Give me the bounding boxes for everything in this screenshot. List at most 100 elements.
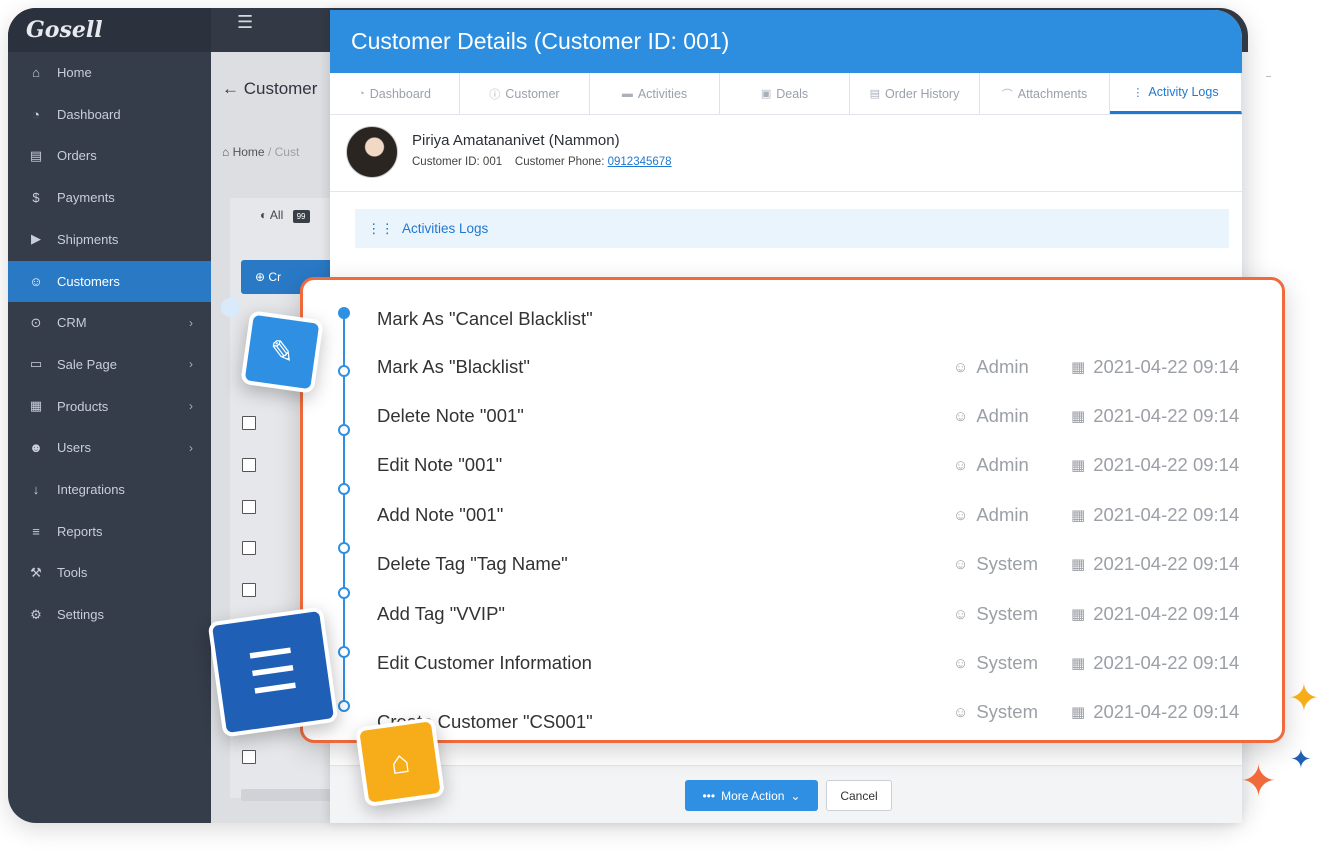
log-entry-date: ▦ 2021-04-22 09:14 [1071, 701, 1240, 722]
decorative-dash [1266, 76, 1271, 77]
log-entry-text: Add Tag "VVIP" [377, 603, 505, 624]
user-edit-icon: ☺ [953, 703, 969, 721]
ellipsis-icon: ••• [702, 788, 716, 803]
sidebar-item-label: Payments [57, 190, 115, 206]
calendar-icon: ▦ [1071, 507, 1086, 524]
row-checkbox[interactable] [242, 750, 256, 764]
sidebar-item-label: Home [57, 65, 92, 80]
cart-icon: ▤ [29, 147, 43, 163]
user-group-icon: ☻ [29, 440, 43, 456]
calendar-icon: ▦ [1071, 408, 1086, 425]
tab-dashboard[interactable]: ◔ Dashboard [330, 73, 460, 114]
modal-footer: ••• More Action ⌄ Cancel [330, 765, 1242, 823]
chevron-right-icon: › [189, 440, 193, 455]
sidebar-item-reports[interactable]: ≡ Reports [8, 511, 211, 552]
dashboard-icon: ◔ [32, 106, 40, 122]
tab-attachments[interactable]: ⌒ Attachments [980, 73, 1110, 114]
horizontal-scrollbar[interactable] [241, 789, 333, 801]
avatar [346, 126, 398, 178]
truck-icon: ▶ [31, 231, 41, 247]
row-checkbox[interactable] [242, 541, 256, 555]
gosell-logo: Gosell [26, 17, 103, 43]
chevron-right-icon: › [189, 399, 193, 414]
sidebar-item-payments[interactable]: $ Payments [8, 177, 211, 218]
log-entry-date: ▦ 2021-04-22 09:14 [1071, 454, 1240, 475]
user-edit-icon: ☺ [953, 605, 969, 623]
row-checkbox[interactable] [242, 416, 256, 430]
sidebar-item-label: Integrations [57, 482, 125, 497]
filter-all[interactable]: ◐ All 99 [260, 208, 310, 223]
sidebar-item-settings[interactable]: ⚙ Settings [8, 594, 211, 635]
sidebar-item-shipments[interactable]: ▶ Shipments [8, 219, 211, 260]
log-entry-user: ☺ Admin [953, 405, 1029, 426]
plus-circle-icon: ⊕ [255, 270, 266, 284]
tab-label: Order History [885, 86, 960, 101]
log-entry-user: ☺ Admin [953, 356, 1029, 377]
tab-activity-logs[interactable]: ⋮ Activity Logs [1110, 73, 1242, 114]
breadcrumb-customers[interactable]: Cust [275, 145, 300, 159]
sidebar-item-dashboard[interactable]: ◔ Dashboard [8, 94, 211, 135]
sidebar-item-label: Tools [57, 565, 88, 581]
sidebar-item-label: Orders [57, 148, 97, 164]
more-action-button[interactable]: ••• More Action ⌄ [685, 780, 818, 811]
edit-icon: ✎ [240, 310, 324, 394]
background-breadcrumb: ⌂ Home / Cust [222, 145, 300, 159]
sidebar-item-crm[interactable]: ⊙ CRM › [8, 302, 211, 343]
sidebar-item-label: CRM [57, 315, 87, 331]
timeline-dot [338, 646, 350, 658]
gear-icon: ⚙ [30, 606, 42, 622]
money-bag-icon: $ [32, 190, 40, 206]
log-entry-text: Add Note "001" [377, 504, 504, 525]
timeline-dot [338, 483, 350, 495]
timeline-dot [338, 587, 350, 599]
tab-customer[interactable]: ⓘ Customer [460, 73, 590, 114]
chevron-right-icon: › [189, 357, 193, 372]
tab-deals[interactable]: ▣ Deals [720, 73, 850, 114]
activity-log-list: Mark As "Cancel Blacklist" Mark As "Black… [300, 277, 1285, 743]
sidebar-item-label: Customers [57, 273, 120, 289]
sidebar: Gosell ⌂ Home ◔ Dashboard ▤ Orders $ Payments ▶ S… [8, 8, 211, 823]
log-entry-text: Delete Tag "Tag Name" [377, 553, 568, 574]
sidebar-item-label: Reports [57, 523, 103, 539]
row-checkbox[interactable] [242, 583, 256, 597]
sidebar-item-users[interactable]: ☻ Users › [8, 427, 211, 468]
log-entry-user: ☺ System [953, 603, 1039, 624]
sidebar-item-home[interactable]: ⌂ Home [8, 52, 211, 93]
chevron-down-icon: ⌄ [790, 788, 801, 803]
hamburger-icon[interactable]: ☰ [237, 12, 253, 33]
log-entry-text: Edit Note "001" [377, 454, 503, 475]
info-icon: ⓘ [489, 88, 501, 101]
sidebar-item-tools[interactable]: ⚒ Tools [8, 552, 211, 593]
customer-phone-link[interactable]: 0912345678 [608, 156, 672, 168]
activities-logs-header: ⋮⋮ Activities Logs [355, 209, 1229, 248]
log-entry-user: ☺ System [953, 553, 1039, 574]
breadcrumb-home[interactable]: Home [233, 145, 265, 159]
user-edit-icon: ☺ [953, 506, 969, 524]
back-arrow-icon[interactable]: ← [222, 79, 239, 98]
tab-label: Attachments [1017, 86, 1088, 101]
sidebar-item-sale-page[interactable]: ▭ Sale Page › [8, 344, 211, 385]
row-checkbox[interactable] [242, 458, 256, 472]
sidebar-item-orders[interactable]: ▤ Orders [8, 135, 211, 176]
row-checkbox[interactable] [242, 500, 256, 514]
modal-title: Customer Details (Customer ID: 001) [351, 28, 730, 54]
store-icon: ⌂ [354, 716, 446, 808]
user-edit-icon: ☺ [953, 456, 969, 474]
sidebar-item-customers[interactable]: ☺ Customers [8, 260, 211, 302]
sparkle-icon: ✦ [1288, 678, 1320, 720]
calendar-icon: ▦ [1071, 704, 1086, 721]
log-entry-text: Mark As "Blacklist" [377, 356, 530, 377]
tab-activities[interactable]: ▬ Activities [590, 73, 720, 114]
globe-icon: ◐ [260, 208, 268, 222]
calendar-icon: ▦ [1071, 457, 1086, 474]
tab-label: Customer [505, 86, 560, 101]
cancel-button[interactable]: Cancel [826, 780, 892, 811]
sidebar-item-integrations[interactable]: ↓ Integrations [8, 469, 211, 510]
headset-icon: ⊙ [30, 314, 42, 330]
sidebar-item-label: Settings [57, 607, 104, 623]
user-edit-icon: ☺ [953, 407, 969, 425]
decorative-circle [221, 298, 240, 317]
timeline-icon: ⋮⋮ [367, 220, 394, 236]
sidebar-item-products[interactable]: ▦ Products › [8, 386, 211, 427]
tab-order-history[interactable]: ▤ Order History [850, 73, 980, 114]
